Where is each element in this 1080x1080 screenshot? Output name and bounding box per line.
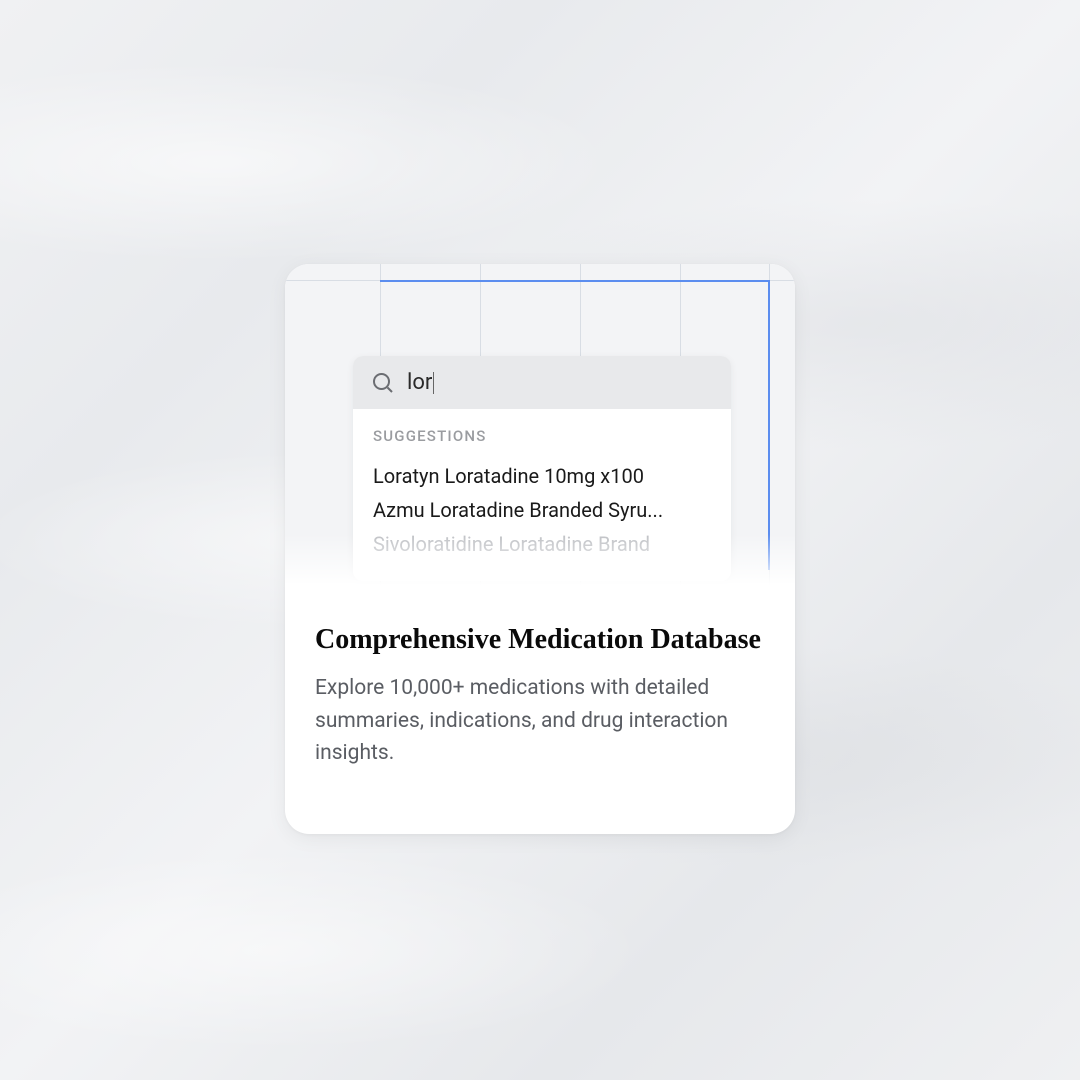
search-icon	[371, 371, 395, 395]
suggestions-header: SUGGESTIONS	[373, 427, 711, 445]
search-dropdown: lor SUGGESTIONS Loratyn Loratadine 10mg …	[353, 356, 731, 581]
grid-accent	[768, 280, 770, 570]
card-description: Explore 10,000+ medications with detaile…	[315, 672, 765, 770]
suggestions-panel: SUGGESTIONS Loratyn Loratadine 10mg x100…	[353, 409, 731, 581]
card-illustration-area: lor SUGGESTIONS Loratyn Loratadine 10mg …	[285, 264, 795, 594]
grid-accent	[380, 280, 770, 282]
card-title: Comprehensive Medication Database	[315, 624, 765, 656]
search-input[interactable]: lor	[407, 370, 434, 395]
suggestion-item[interactable]: Loratyn Loratadine 10mg x100	[373, 459, 711, 493]
suggestion-item[interactable]: Sivoloratidine Loratadine Brand	[373, 527, 711, 561]
suggestion-item[interactable]: Azmu Loratadine Branded Syru...	[373, 493, 711, 527]
search-bar[interactable]: lor	[353, 356, 731, 409]
text-cursor	[433, 372, 434, 394]
feature-card: lor SUGGESTIONS Loratyn Loratadine 10mg …	[285, 264, 795, 834]
card-body: Comprehensive Medication Database Explor…	[285, 594, 795, 800]
